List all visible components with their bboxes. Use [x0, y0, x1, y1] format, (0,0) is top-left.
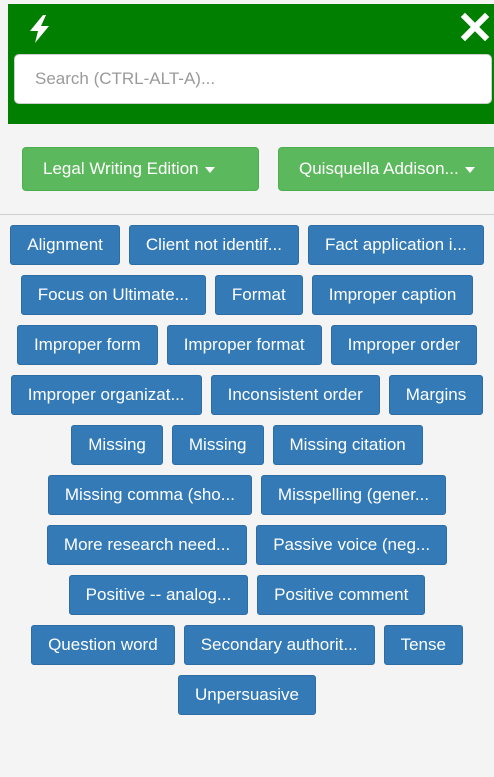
comment-tag-button[interactable]: Missing comma (sho...: [47, 475, 252, 515]
comment-tag-button[interactable]: Misspelling (gener...: [260, 475, 447, 515]
close-icon[interactable]: [460, 12, 490, 42]
comment-tag-list: Alignment Client not identif... Fact appli…: [0, 225, 494, 715]
comment-tag-button[interactable]: Improper organizat...: [10, 375, 202, 415]
comment-tag-button[interactable]: Passive voice (neg...: [256, 525, 448, 565]
comment-tag-button[interactable]: Positive comment: [257, 575, 426, 615]
comment-tag-button[interactable]: Alignment: [10, 225, 120, 265]
comment-tag-button[interactable]: Missing: [71, 425, 163, 465]
comment-tag-button[interactable]: Secondary authorit...: [183, 625, 375, 665]
caret-down-icon: [204, 166, 215, 173]
comment-tag-button[interactable]: Format: [214, 275, 303, 315]
comment-tag-button[interactable]: Margins: [388, 375, 484, 415]
caret-down-icon: [464, 166, 475, 173]
comment-tag-button[interactable]: Improper form: [16, 325, 158, 365]
user-dropdown[interactable]: Quisquella Addison...: [278, 147, 494, 191]
user-dropdown-label: Quisquella Addison...: [299, 159, 459, 178]
comment-tag-button[interactable]: Client not identif...: [128, 225, 299, 265]
comment-tag-button[interactable]: Fact application i...: [307, 225, 484, 265]
comment-tag-button[interactable]: More research need...: [46, 525, 248, 565]
search-input[interactable]: [14, 54, 492, 104]
comment-tag-button[interactable]: Question word: [31, 625, 175, 665]
comment-bank-panel: Legal Writing Edition Quisquella Addison…: [0, 0, 494, 777]
comment-tag-button[interactable]: Missing: [171, 425, 264, 465]
comment-tag-button[interactable]: Inconsistent order: [210, 375, 380, 415]
comment-tag-button[interactable]: Focus on Ultimate...: [20, 275, 206, 315]
comment-tag-button[interactable]: Positive -- analog...: [68, 575, 249, 615]
edition-dropdown-label: Legal Writing Edition: [43, 159, 199, 178]
comment-tag-button[interactable]: Improper format: [166, 325, 322, 365]
comment-tag-button[interactable]: Missing citation: [272, 425, 423, 465]
lightning-bolt-icon[interactable]: [26, 14, 54, 44]
comment-tag-button[interactable]: Tense: [383, 625, 463, 665]
dropdown-bar: Legal Writing Edition Quisquella Addison…: [0, 124, 494, 215]
comment-tag-button[interactable]: Improper caption: [311, 275, 474, 315]
comment-tag-button[interactable]: Improper order: [330, 325, 478, 365]
comment-tag-button[interactable]: Unpersuasive: [178, 675, 316, 715]
edition-dropdown[interactable]: Legal Writing Edition: [22, 147, 259, 191]
